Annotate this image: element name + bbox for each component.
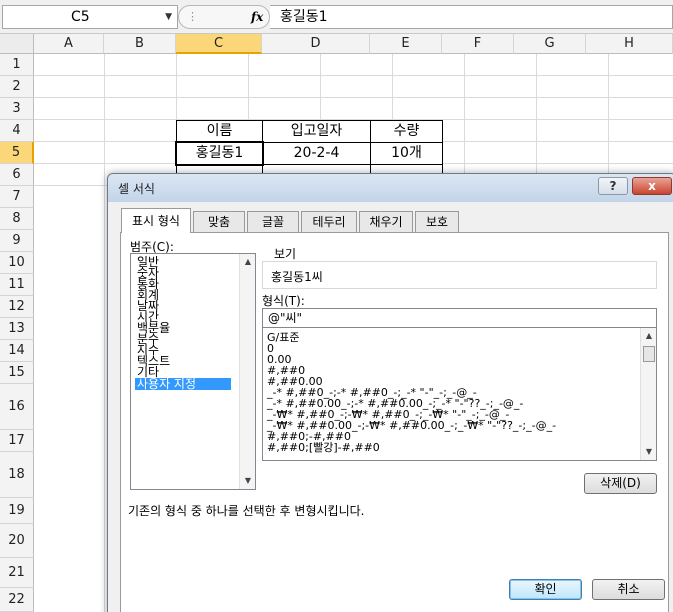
tab-protection[interactable]: 보호 — [415, 211, 459, 232]
chevron-down-icon[interactable]: ▼ — [165, 6, 172, 28]
row-header-22[interactable]: 22 — [0, 588, 34, 612]
row-header-6[interactable]: 6 — [0, 164, 34, 186]
name-box[interactable]: C5 ▼ — [2, 5, 178, 29]
tab-fill[interactable]: 채우기 — [359, 211, 413, 232]
row-header-2[interactable]: 2 — [0, 76, 34, 98]
row-header-17[interactable]: 17 — [0, 430, 34, 452]
close-button[interactable]: x — [632, 177, 672, 195]
category-list[interactable]: 일반 숫자 통화 회계 날짜 시간 백분율 분수 지수 텍스트 기타 사용자 지… — [130, 253, 256, 490]
tab-font[interactable]: 글꼴 — [247, 211, 299, 232]
column-header-c[interactable]: C — [176, 34, 262, 54]
row-header-3[interactable]: 3 — [0, 98, 34, 120]
grid-line — [34, 97, 673, 98]
type-item[interactable]: #,##0;[빨강]-#,##0 — [267, 442, 380, 453]
row-header-21[interactable]: 21 — [0, 558, 34, 588]
cell-d5[interactable]: 20-2-4 — [262, 142, 371, 165]
name-box-value: C5 — [71, 9, 90, 25]
preview-label: 보기 — [274, 247, 297, 261]
column-header-e[interactable]: E — [370, 34, 442, 54]
type-list[interactable]: G/표준 0 0.00 #,##0 #,##0.00 _-* #,##0_-;-… — [262, 328, 657, 461]
column-header-d[interactable]: D — [262, 34, 370, 54]
cancel-button[interactable]: 취소 — [592, 579, 665, 600]
tab-panel: 범주(C): 일반 숫자 통화 회계 날짜 시간 백분율 분수 지수 텍스트 기… — [120, 232, 669, 612]
tab-alignment[interactable]: 맞춤 — [193, 211, 245, 232]
formula-input[interactable]: 홍길동1 — [270, 5, 673, 29]
row-header-5[interactable]: 5 — [0, 142, 34, 164]
scroll-down-icon[interactable]: ▼ — [641, 444, 656, 460]
cell-e4[interactable]: 수량 — [370, 120, 443, 143]
drag-handle-icon[interactable]: ⋮ — [187, 6, 198, 28]
delete-button[interactable]: 삭제(D) — [584, 473, 657, 494]
row-header-4[interactable]: 4 — [0, 120, 34, 142]
insert-function-icon[interactable]: fx — [251, 6, 263, 28]
grid-line — [34, 75, 673, 76]
format-cells-dialog: 셀 서식 ? x 표시 형식 맞춤 글꼴 테두리 채우기 보호 범주(C): 일… — [107, 173, 673, 612]
row-header-10[interactable]: 10 — [0, 252, 34, 274]
category-scrollbar[interactable]: ▲ ▼ — [239, 254, 255, 489]
help-button[interactable]: ? — [598, 177, 628, 195]
column-header-h[interactable]: H — [586, 34, 673, 54]
row-header-12[interactable]: 12 — [0, 296, 34, 318]
scroll-up-icon[interactable]: ▲ — [240, 254, 256, 270]
column-header-a[interactable]: A — [34, 34, 104, 54]
ok-button[interactable]: 확인 — [509, 579, 582, 600]
scroll-thumb[interactable] — [643, 346, 655, 362]
tab-number[interactable]: 표시 형식 — [121, 208, 191, 233]
description-text: 기존의 형식 중 하나를 선택한 후 변형시킵니다. — [128, 504, 365, 518]
type-input[interactable]: @"씨" — [262, 308, 657, 328]
tab-border[interactable]: 테두리 — [301, 211, 357, 232]
column-header-b[interactable]: B — [104, 34, 176, 54]
dialog-title: 셀 서식 — [118, 182, 155, 196]
row-header-18[interactable]: 18 — [0, 452, 34, 498]
row-header-11[interactable]: 11 — [0, 274, 34, 296]
row-header-20[interactable]: 20 — [0, 524, 34, 558]
cell-e5[interactable]: 10개 — [370, 142, 443, 165]
cell-c4[interactable]: 이름 — [176, 120, 263, 143]
dialog-titlebar[interactable]: 셀 서식 ? x — [108, 174, 673, 202]
preview-box: 홍길동1씨 — [262, 261, 657, 289]
type-label: 형식(T): — [262, 294, 305, 308]
category-item-selected[interactable]: 사용자 지정 — [135, 378, 231, 390]
row-header-14[interactable]: 14 — [0, 340, 34, 362]
preview-value: 홍길동1씨 — [271, 270, 323, 284]
row-header-9[interactable]: 9 — [0, 230, 34, 252]
cell-d4[interactable]: 입고일자 — [262, 120, 371, 143]
row-header-13[interactable]: 13 — [0, 318, 34, 340]
formula-bar-controls: ⋮ fx — [178, 5, 270, 29]
select-all-corner[interactable] — [0, 34, 34, 54]
row-header-8[interactable]: 8 — [0, 208, 34, 230]
active-cell-border — [175, 141, 264, 166]
scroll-down-icon[interactable]: ▼ — [240, 473, 256, 489]
column-header-f[interactable]: F — [442, 34, 514, 54]
row-header-1[interactable]: 1 — [0, 54, 34, 76]
row-header-19[interactable]: 19 — [0, 498, 34, 524]
formula-bar: C5 ▼ ⋮ fx 홍길동1 — [0, 0, 673, 34]
scroll-up-icon[interactable]: ▲ — [641, 328, 656, 344]
column-header-g[interactable]: G — [514, 34, 586, 54]
excel-window: C5 ▼ ⋮ fx 홍길동1 A B C D E F G H 1 2 3 4 5… — [0, 0, 673, 612]
row-header-15[interactable]: 15 — [0, 362, 34, 384]
row-header-7[interactable]: 7 — [0, 186, 34, 208]
type-scrollbar[interactable]: ▲ ▼ — [640, 328, 656, 460]
row-header-16[interactable]: 16 — [0, 384, 34, 430]
